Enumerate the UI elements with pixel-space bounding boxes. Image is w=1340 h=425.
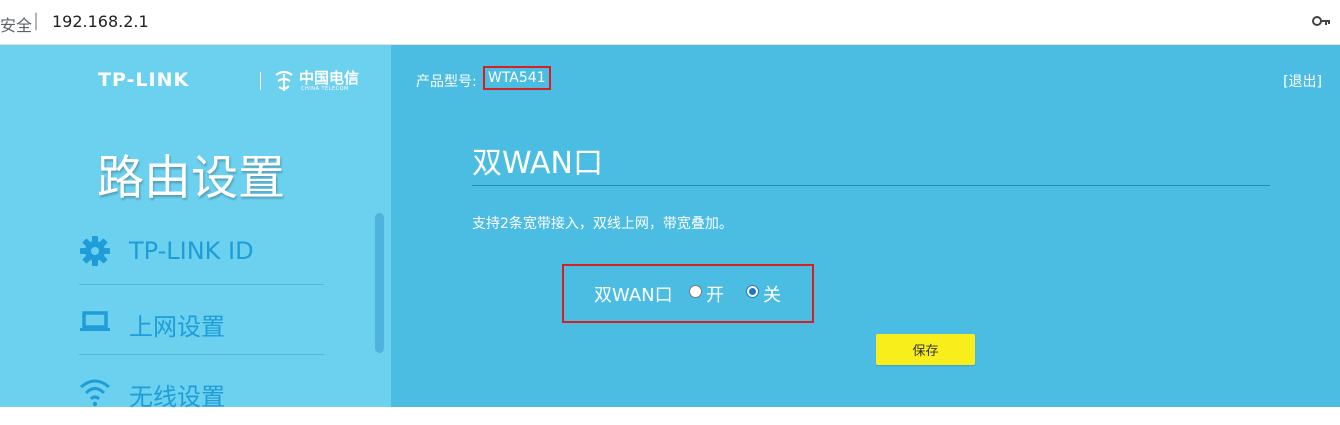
radio-on-label: 开 [706, 285, 724, 306]
radio-off-label: 关 [763, 285, 781, 306]
china-telecom-icon [275, 70, 293, 91]
save-button[interactable]: 保存 [876, 334, 975, 365]
wifi-icon [80, 379, 110, 407]
page-title: 双WAN口 [472, 146, 603, 181]
logo-divider [260, 72, 261, 90]
model-label: 产品型号: [416, 74, 477, 90]
partner-logo-en: CHINA TELECOM [301, 86, 349, 92]
address-bar[interactable]: 安全 | 192.168.2.1 [0, 0, 1340, 45]
sidebar-item-tplink-id[interactable]: TP-LINK ID [79, 215, 324, 285]
sidebar: TP-LINK 中国电信 CHINA TELECOM 路由设置 TP-LINK … [0, 45, 391, 411]
logout-link[interactable]: [退出] [1283, 71, 1322, 91]
url-text[interactable]: 192.168.2.1 [52, 12, 149, 31]
address-separator: | [33, 10, 40, 31]
sidebar-item-label: 上网设置 [129, 313, 225, 341]
radio-on-circle[interactable] [689, 285, 702, 298]
dual-wan-label: 双WAN口 [594, 285, 673, 306]
sidebar-title: 路由设置 [97, 151, 285, 206]
sidebar-item-wireless[interactable]: 无线设置 [79, 355, 324, 425]
sidebar-item-label: TP-LINK ID [129, 237, 254, 265]
key-icon[interactable] [1312, 12, 1330, 31]
title-divider [472, 185, 1270, 186]
radio-off-circle[interactable] [746, 285, 759, 298]
partner-logo-cn: 中国电信 [299, 69, 360, 87]
page-description: 支持2条宽带接入，双线上网，带宽叠加。 [472, 216, 733, 232]
dual-wan-option: 双WAN口 开 关 [562, 264, 814, 323]
sidebar-scrollbar[interactable] [375, 213, 384, 353]
laptop-icon [80, 311, 110, 331]
security-label[interactable]: 安全 [0, 12, 32, 36]
tplink-logo-text: TP-LINK [98, 69, 190, 91]
gear-icon [80, 236, 110, 266]
sidebar-item-internet[interactable]: 上网设置 [79, 285, 324, 355]
main-panel: 产品型号: WTA541 [退出] 双WAN口 支持2条宽带接入，双线上网，带宽… [391, 45, 1340, 407]
model-value: WTA541 [483, 66, 551, 90]
